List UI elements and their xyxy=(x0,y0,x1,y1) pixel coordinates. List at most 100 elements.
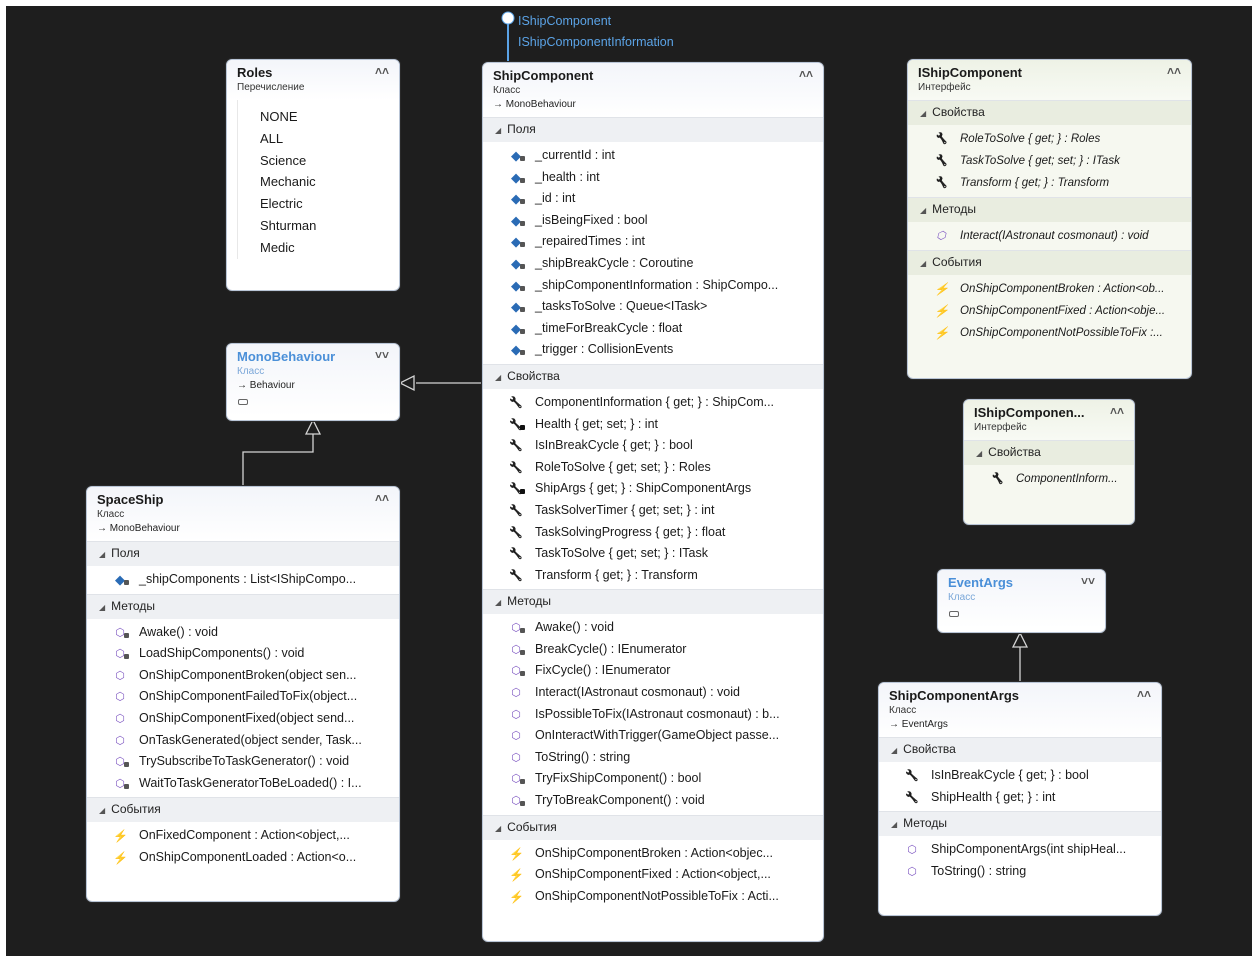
double-chevron-down-icon[interactable]: ˅˅ xyxy=(1081,574,1095,588)
collapse-triangle-icon[interactable]: ◢ xyxy=(920,206,926,215)
member-row[interactable]: ⬡ TryFixShipComponent() : bool xyxy=(483,768,823,790)
member-row[interactable]: 🔧 Transform { get; } : Transform xyxy=(483,565,823,587)
section-header[interactable]: ◢ Методы xyxy=(87,593,399,619)
shipcomponent-class-box[interactable]: ShipComponent Класс → MonoBehaviour ˄˄ ◢… xyxy=(482,62,824,942)
section-header[interactable]: ◢ Методы xyxy=(483,589,823,615)
section-header[interactable]: ◢ События xyxy=(483,814,823,840)
collapse-triangle-icon[interactable]: ◢ xyxy=(99,806,105,815)
member-row[interactable]: ⬡ OnInteractWithTrigger(GameObject passe.… xyxy=(483,725,823,747)
member-row[interactable]: ⬡ WaitToTaskGeneratorToBeLoaded() : I... xyxy=(87,773,399,795)
collapse-triangle-icon[interactable]: ◢ xyxy=(99,603,105,612)
enum-value[interactable]: ALL xyxy=(238,128,399,150)
member-row[interactable]: 🔧 TaskSolverTimer { get; set; } : int xyxy=(483,500,823,522)
member-row[interactable]: ⬡ TryToBreakComponent() : void xyxy=(483,790,823,812)
member-row[interactable]: 🔧 IsInBreakCycle { get; } : bool xyxy=(879,765,1161,787)
member-row[interactable]: 🔧 TaskToSolve { get; set; } : ITask xyxy=(483,543,823,565)
member-row[interactable]: ◆ _tasksToSolve : Queue<ITask> xyxy=(483,296,823,318)
member-row[interactable]: ◆ _id : int xyxy=(483,188,823,210)
member-row[interactable]: ⬡ OnTaskGenerated(object sender, Task... xyxy=(87,730,399,752)
member-row[interactable]: 🔧 ShipHealth { get; } : int xyxy=(879,787,1161,809)
member-row[interactable]: ⬡ Awake() : void xyxy=(483,617,823,639)
lollipop-label-ishipcomponentinformation[interactable]: IShipComponentInformation xyxy=(518,32,674,53)
member-row[interactable]: 🔧 RoleToSolve { get; } : Roles xyxy=(908,128,1191,150)
double-chevron-up-icon[interactable]: ˄˄ xyxy=(1167,64,1181,78)
enum-value[interactable]: Electric xyxy=(238,193,399,215)
double-chevron-up-icon[interactable]: ˄˄ xyxy=(375,64,389,78)
ishipcomponent-interface-box[interactable]: IShipComponent Интерфейс ˄˄ ◢ Свойства 🔧 Ro… xyxy=(907,59,1192,379)
expand-stub-icon[interactable] xyxy=(949,610,959,617)
member-row[interactable]: ⚡ OnShipComponentNotPossibleToFix : Acti.… xyxy=(483,886,823,908)
enum-value[interactable]: Medic xyxy=(238,237,399,259)
member-row[interactable]: ⬡ IsPossibleToFix(IAstronaut cosmonaut) :… xyxy=(483,704,823,726)
member-row[interactable]: 🔧 TaskSolvingProgress { get; } : float xyxy=(483,522,823,544)
collapse-triangle-icon[interactable]: ◢ xyxy=(891,820,897,829)
member-row[interactable]: ⚡ OnShipComponentFixed : Action<obje... xyxy=(908,300,1191,322)
member-row[interactable]: ⚡ OnShipComponentBroken : Action<ob... xyxy=(908,278,1191,300)
member-row[interactable]: ◆ _shipComponents : List<IShipCompo... xyxy=(87,569,399,591)
lollipop-label-ishipcomponent[interactable]: IShipComponent xyxy=(518,11,674,32)
member-row[interactable]: ◆ _health : int xyxy=(483,167,823,189)
shipcomponentargs-class-box[interactable]: ShipComponentArgs Класс → EventArgs ˄˄ ◢… xyxy=(878,682,1162,916)
member-row[interactable]: ⬡ OnShipComponentFixed(object send... xyxy=(87,708,399,730)
member-row[interactable]: ⬡ OnShipComponentFailedToFix(object... xyxy=(87,686,399,708)
section-header[interactable]: ◢ Методы xyxy=(879,811,1161,837)
member-row[interactable]: ⬡ Awake() : void xyxy=(87,622,399,644)
member-row[interactable]: ⚡ OnShipComponentNotPossibleToFix :... xyxy=(908,322,1191,344)
member-row[interactable]: 🔧 TaskToSolve { get; set; } : ITask xyxy=(908,150,1191,172)
member-row[interactable]: 🔧 Health { get; set; } : int xyxy=(483,414,823,436)
collapse-triangle-icon[interactable]: ◢ xyxy=(495,126,501,135)
ishipcomponentinformation-interface-box[interactable]: IShipComponen... Интерфейс ˄˄ ◢ Свойства 🔧… xyxy=(963,399,1135,525)
monobehaviour-class-box[interactable]: MonoBehaviour Класс → Behaviour ˅˅ xyxy=(226,343,400,421)
member-row[interactable]: 🔧 RoleToSolve { get; set; } : Roles xyxy=(483,457,823,479)
member-row[interactable]: 🔧 ShipArgs { get; } : ShipComponentArgs xyxy=(483,478,823,500)
eventargs-class-box[interactable]: EventArgs Класс ˅˅ xyxy=(937,569,1106,633)
section-header[interactable]: ◢ Методы xyxy=(908,197,1191,222)
double-chevron-up-icon[interactable]: ˄˄ xyxy=(1110,404,1124,418)
member-row[interactable]: ⚡ OnFixedComponent : Action<object,... xyxy=(87,825,399,847)
member-row[interactable]: ⬡ TrySubscribeToTaskGenerator() : void xyxy=(87,751,399,773)
section-header[interactable]: ◢ Свойства xyxy=(964,440,1134,465)
enum-value[interactable]: Shturman xyxy=(238,215,399,237)
collapse-triangle-icon[interactable]: ◢ xyxy=(99,550,105,559)
collapse-triangle-icon[interactable]: ◢ xyxy=(495,598,501,607)
member-row[interactable]: 🔧 ComponentInformation { get; } : ShipCom… xyxy=(483,392,823,414)
collapse-triangle-icon[interactable]: ◢ xyxy=(495,824,501,833)
member-row[interactable]: ⬡ Interact(IAstronaut cosmonaut) : void xyxy=(908,225,1191,247)
member-row[interactable]: ⬡ LoadShipComponents() : void xyxy=(87,643,399,665)
section-header[interactable]: ◢ Поля xyxy=(483,117,823,142)
member-row[interactable]: ⬡ FixCycle() : IEnumerator xyxy=(483,660,823,682)
member-row[interactable]: 🔧 Transform { get; } : Transform xyxy=(908,172,1191,194)
double-chevron-up-icon[interactable]: ˄˄ xyxy=(1137,687,1151,701)
expand-stub-icon[interactable] xyxy=(238,398,248,405)
double-chevron-up-icon[interactable]: ˄˄ xyxy=(375,491,389,505)
member-row[interactable]: ⚡ OnShipComponentBroken : Action<objec... xyxy=(483,843,823,865)
collapse-triangle-icon[interactable]: ◢ xyxy=(920,109,926,118)
member-row[interactable]: 🔧 IsInBreakCycle { get; } : bool xyxy=(483,435,823,457)
member-row[interactable]: ◆ _currentId : int xyxy=(483,145,823,167)
member-row[interactable]: ◆ _timeForBreakCycle : float xyxy=(483,318,823,340)
member-row[interactable]: ⚡ OnShipComponentLoaded : Action<o... xyxy=(87,847,399,869)
member-row[interactable]: ⬡ ToString() : string xyxy=(483,747,823,769)
member-row[interactable]: ⬡ Interact(IAstronaut cosmonaut) : void xyxy=(483,682,823,704)
collapse-triangle-icon[interactable]: ◢ xyxy=(495,373,501,382)
section-header[interactable]: ◢ События xyxy=(87,797,399,823)
member-row[interactable]: ◆ _repairedTimes : int xyxy=(483,231,823,253)
collapse-triangle-icon[interactable]: ◢ xyxy=(976,449,982,458)
member-row[interactable]: ◆ _shipComponentInformation : ShipCompo..… xyxy=(483,275,823,297)
enum-value[interactable]: Mechanic xyxy=(238,171,399,193)
enum-value[interactable]: Science xyxy=(238,150,399,172)
member-row[interactable]: ◆ _isBeingFixed : bool xyxy=(483,210,823,232)
spaceship-class-box[interactable]: SpaceShip Класс → MonoBehaviour ˄˄ ◢ Поля… xyxy=(86,486,400,902)
member-row[interactable]: ⬡ ToString() : string xyxy=(879,861,1161,883)
section-header[interactable]: ◢ Свойства xyxy=(908,100,1191,125)
section-header[interactable]: ◢ Поля xyxy=(87,541,399,566)
member-row[interactable]: ⬡ BreakCycle() : IEnumerator xyxy=(483,639,823,661)
member-row[interactable]: ⬡ OnShipComponentBroken(object sen... xyxy=(87,665,399,687)
double-chevron-down-icon[interactable]: ˅˅ xyxy=(375,348,389,362)
collapse-triangle-icon[interactable]: ◢ xyxy=(891,746,897,755)
double-chevron-up-icon[interactable]: ˄˄ xyxy=(799,67,813,81)
collapse-triangle-icon[interactable]: ◢ xyxy=(920,259,926,268)
section-header[interactable]: ◢ Свойства xyxy=(483,363,823,389)
roles-enum-box[interactable]: Roles Перечисление ˄˄ NONE ALL Science Mech… xyxy=(226,59,400,291)
section-header[interactable]: ◢ Свойства xyxy=(879,737,1161,762)
